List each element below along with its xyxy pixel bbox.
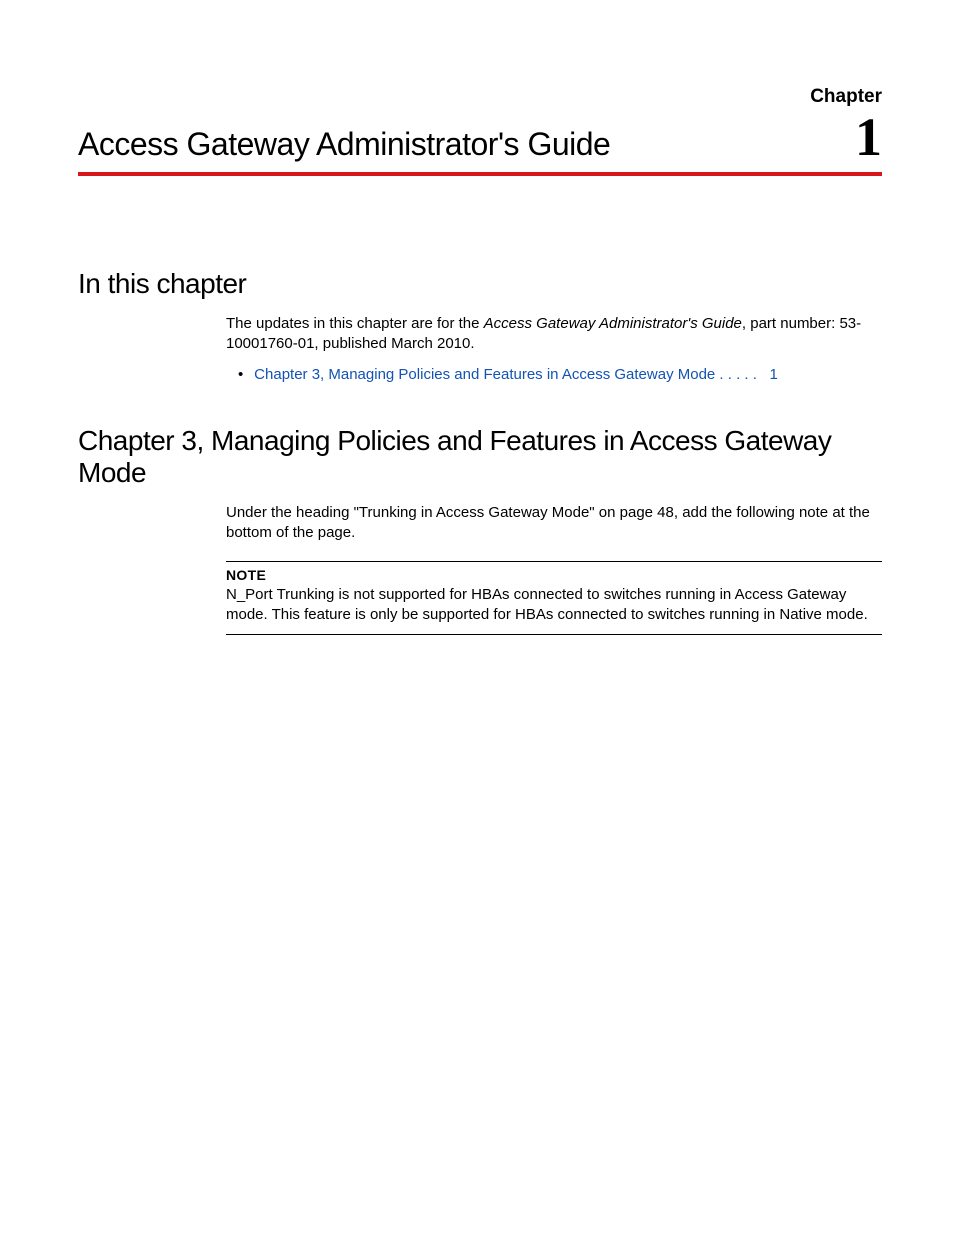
intro-paragraph-block: The updates in this chapter are for the … [226,314,882,385]
toc-item: Chapter 3, Managing Policies and Feature… [250,365,882,385]
note-text: N_Port Trunking is not supported for HBA… [226,585,882,626]
note-label: NOTE [226,566,882,585]
document-page: Chapter Access Gateway Administrator's G… [0,0,954,695]
toc-link-page: 1 [769,366,777,383]
section-heading-in-this-chapter: In this chapter [78,268,882,300]
intro-paragraph: The updates in this chapter are for the … [226,314,882,355]
chapter-3-body-text: Under the heading "Trunking in Access Ga… [226,503,882,544]
toc-link-text: Chapter 3, Managing Policies and Feature… [254,366,757,383]
chapter-number: 1 [855,110,882,164]
document-title: Access Gateway Administrator's Guide [78,126,610,163]
toc-link-chapter-3[interactable]: Chapter 3, Managing Policies and Feature… [254,366,778,383]
toc-list: Chapter 3, Managing Policies and Feature… [250,365,882,385]
section-heading-chapter-3: Chapter 3, Managing Policies and Feature… [78,425,882,489]
intro-text-pre: The updates in this chapter are for the [226,315,484,332]
title-row: Access Gateway Administrator's Guide 1 [78,110,882,176]
intro-text-italic: Access Gateway Administrator's Guide [484,315,742,332]
note-box: NOTE N_Port Trunking is not supported fo… [226,561,882,634]
chapter-3-body-block: Under the heading "Trunking in Access Ga… [226,503,882,635]
chapter-label: Chapter [78,86,882,108]
